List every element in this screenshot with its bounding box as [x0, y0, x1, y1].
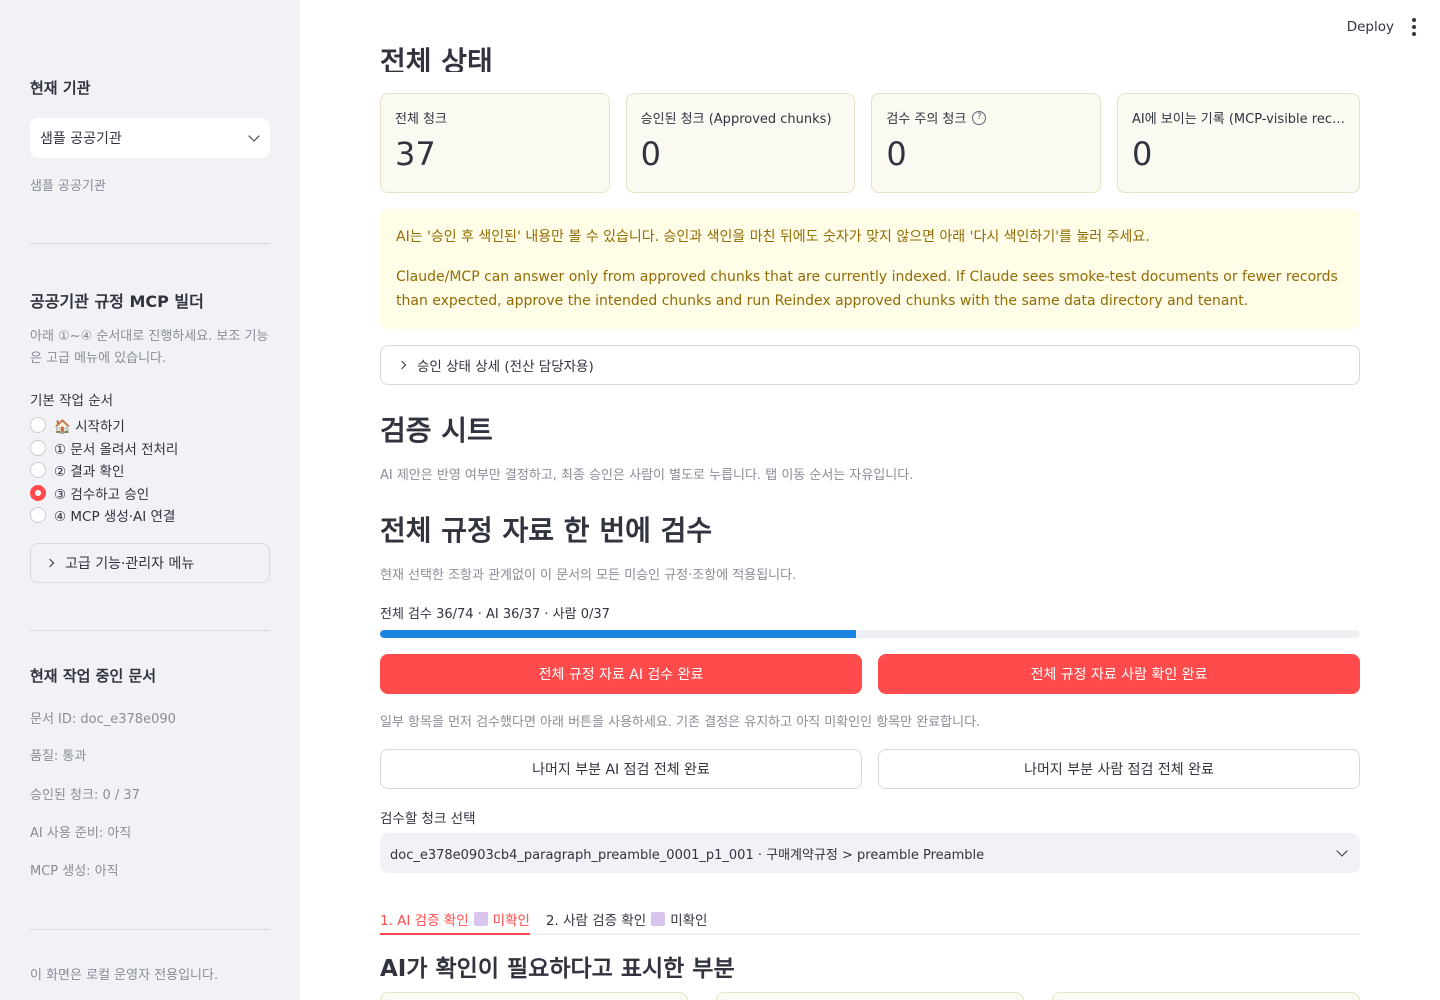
tab-human-verification[interactable]: 2. 사람 검증 확인 미확인 [545, 905, 708, 933]
human-review-complete-button[interactable]: 전체 규정 자료 사람 확인 완료 [878, 654, 1360, 694]
doc-mcp-created: MCP 생성: 아직 [30, 864, 119, 879]
progress-fill [380, 630, 857, 638]
alert-text-en: Claude/MCP can answer only from approved… [396, 269, 1338, 309]
metrics-row: 전체 청크 37 승인된 청크 (Approved chunks) 0 검수 주… [380, 93, 1361, 193]
workflow-step-label: ③ 검수하고 승인 [54, 486, 150, 503]
org-caption: 샘플 공공기관 [30, 179, 106, 194]
metric-label: 전체 청크 [395, 112, 447, 127]
metric-label: 검수 주의 청크 [886, 112, 967, 127]
chevron-right-icon [397, 360, 407, 370]
advanced-menu-label: 고급 기능·관리자 메뉴 [65, 556, 195, 572]
workflow-label: 기본 작업 순서 [30, 393, 114, 409]
review-progress-bar [380, 630, 1360, 638]
tab-label: 2. 사람 검증 확인 [545, 913, 647, 929]
workflow-step-label: ④ MCP 생성·AI 연결 [54, 509, 176, 526]
chunk-select-value: doc_e378e0903cb4_paragraph_preamble_0001… [390, 847, 985, 863]
metric-approved-chunks: 승인된 청크 (Approved chunks) 0 [625, 93, 856, 193]
workflow-step-upload[interactable]: ① 문서 올려서 전처리 [30, 437, 270, 460]
workflow-step-label: ② 결과 확인 [54, 464, 125, 481]
alert-text-ko: AI는 '승인 후 색인된' 내용만 볼 수 있습니다. 승인과 색인을 마친 … [396, 229, 1150, 245]
tab-status: 미확인 [670, 913, 708, 929]
metric-value: 0 [1131, 135, 1153, 173]
ai-flag-title: AI가 확인이 필요하다고 표시한 부분 [380, 956, 735, 982]
chunk-select-label: 검수할 청크 선택 [380, 811, 476, 827]
metric-label: AI에 보이는 기록 (MCP-visible rec… [1131, 112, 1346, 127]
workflow-step-review[interactable]: ③ 검수하고 승인 [30, 482, 270, 505]
purple-square-icon [473, 912, 488, 926]
flag-card [1052, 992, 1360, 1000]
bulk-review-caption: 현재 선택한 조항과 관계없이 이 문서의 모든 미승인 규정·조항에 적용됩니… [380, 568, 797, 583]
current-doc-title: 현재 작업 중인 문서 [30, 667, 157, 685]
org-select-value: 샘플 공공기관 [40, 131, 122, 147]
top-toolbar: Deploy [1347, 18, 1416, 36]
tab-status: 미확인 [492, 913, 530, 929]
workflow-step-start[interactable]: 🏠 시작하기 [30, 414, 270, 437]
bulk-review-title: 전체 규정 자료 한 번에 검수 [380, 514, 713, 547]
partial-review-caption: 일부 항목을 먼저 검수했다면 아래 버튼을 사용하세요. 기존 결정은 유지하… [380, 715, 981, 730]
metric-mcp-visible-records: AI에 보이는 기록 (MCP-visible rec… 0 [1116, 93, 1361, 193]
radio-button[interactable] [30, 439, 46, 456]
workflow-step-label: 🏠 시작하기 [54, 419, 125, 436]
metric-value: 0 [640, 135, 662, 173]
workflow-step-mcp[interactable]: ④ MCP 생성·AI 연결 [30, 504, 270, 527]
doc-ai-ready: AI 사용 준비: 아직 [30, 826, 132, 841]
doc-id: 문서 ID: doc_e378e090 [30, 712, 176, 727]
bulk-action-buttons: 전체 규정 자료 AI 검수 완료 전체 규정 자료 사람 확인 완료 [380, 654, 1360, 694]
doc-approved-chunks: 승인된 청크: 0 / 37 [30, 788, 140, 803]
progress-label: 전체 검수 36/74 · AI 36/37 · 사람 0/37 [380, 607, 610, 622]
metric-label: 승인된 청크 (Approved chunks) [640, 112, 832, 127]
radio-button-selected[interactable] [30, 484, 46, 501]
metric-value: 37 [395, 135, 436, 173]
deploy-button[interactable]: Deploy [1347, 19, 1394, 35]
status-heading-cut: 전체 상태 [380, 38, 680, 72]
org-select[interactable]: 샘플 공공기관 [30, 118, 270, 158]
sidebar: 현재 기관 샘플 공공기관 샘플 공공기관 공공기관 규정 MCP 빌더 아래 … [0, 0, 300, 1000]
radio-button[interactable] [30, 462, 46, 479]
workflow-radio-group: 🏠 시작하기 ① 문서 올려서 전처리 ② 결과 확인 ③ 검수하고 승인 ④ … [30, 414, 270, 527]
remaining-ai-complete-button[interactable]: 나머지 부분 AI 점검 전체 완료 [380, 749, 862, 789]
flag-card [716, 992, 1024, 1000]
current-org-heading: 현재 기관 [30, 77, 270, 98]
index-warning-alert: AI는 '승인 후 색인된' 내용만 볼 수 있습니다. 승인과 색인을 마친 … [380, 209, 1360, 329]
metric-label-row: 검수 주의 청크 ? [886, 108, 1086, 127]
footer-note: 이 화면은 로컬 운영자 전용입니다. [30, 968, 219, 983]
tab-label: 1. AI 검증 확인 [380, 913, 469, 929]
tab-ai-verification[interactable]: 1. AI 검증 확인 미확인 [380, 905, 530, 935]
metric-total-chunks: 전체 청크 37 [380, 93, 610, 193]
chunk-select[interactable]: doc_e378e0903cb4_paragraph_preamble_0001… [380, 833, 1360, 873]
doc-quality: 품질: 통과 [30, 749, 87, 764]
remaining-human-complete-button[interactable]: 나머지 부분 사람 점검 전체 완료 [878, 749, 1360, 789]
radio-button[interactable] [30, 417, 46, 434]
sidebar-divider [30, 929, 270, 930]
approval-expander-label: 승인 상태 상세 (전산 담당자용) [417, 359, 594, 375]
chevron-down-icon [1336, 845, 1348, 857]
remaining-action-buttons: 나머지 부분 AI 점검 전체 완료 나머지 부분 사람 점검 전체 완료 [380, 749, 1360, 789]
verify-sheet-title: 검증 시트 [380, 414, 493, 447]
sidebar-divider [30, 243, 270, 244]
main-content: Deploy 전체 상태 전체 청크 37 승인된 청크 (Approved c… [300, 0, 1440, 1000]
chevron-right-icon [45, 558, 55, 568]
flag-cards-peek [380, 992, 1360, 1000]
status-heading: 전체 상태 [380, 45, 493, 72]
builder-description: 아래 ①~④ 순서대로 진행하세요. 보조 기능은 고급 메뉴에 있습니다. [30, 329, 269, 366]
current-org-label: 현재 기관 [30, 79, 91, 97]
radio-button[interactable] [30, 507, 46, 524]
sidebar-divider [30, 630, 270, 631]
metric-value: 0 [886, 135, 907, 173]
flag-card [380, 992, 688, 1000]
builder-title: 공공기관 규정 MCP 빌더 [30, 292, 204, 311]
chevron-down-icon [248, 130, 260, 142]
verify-sheet-caption: AI 제안은 반영 여부만 결정하고, 최종 승인은 사람이 별도로 누릅니다.… [380, 468, 914, 483]
help-icon[interactable]: ? [972, 110, 987, 125]
workflow-step-label: ① 문서 올려서 전처리 [54, 441, 179, 458]
metric-review-attention: 검수 주의 청크 ? 0 [871, 93, 1101, 193]
more-options-icon[interactable] [1412, 18, 1416, 36]
review-tabs: 1. AI 검증 확인 미확인 2. 사람 검증 확인 미확인 [380, 905, 1360, 935]
ai-review-complete-button[interactable]: 전체 규정 자료 AI 검수 완료 [380, 654, 862, 694]
approval-details-expander[interactable]: 승인 상태 상세 (전산 담당자용) [380, 345, 1360, 385]
advanced-menu-expander[interactable]: 고급 기능·관리자 메뉴 [30, 543, 270, 583]
workflow-step-results[interactable]: ② 결과 확인 [30, 459, 270, 482]
purple-square-icon [651, 912, 666, 926]
